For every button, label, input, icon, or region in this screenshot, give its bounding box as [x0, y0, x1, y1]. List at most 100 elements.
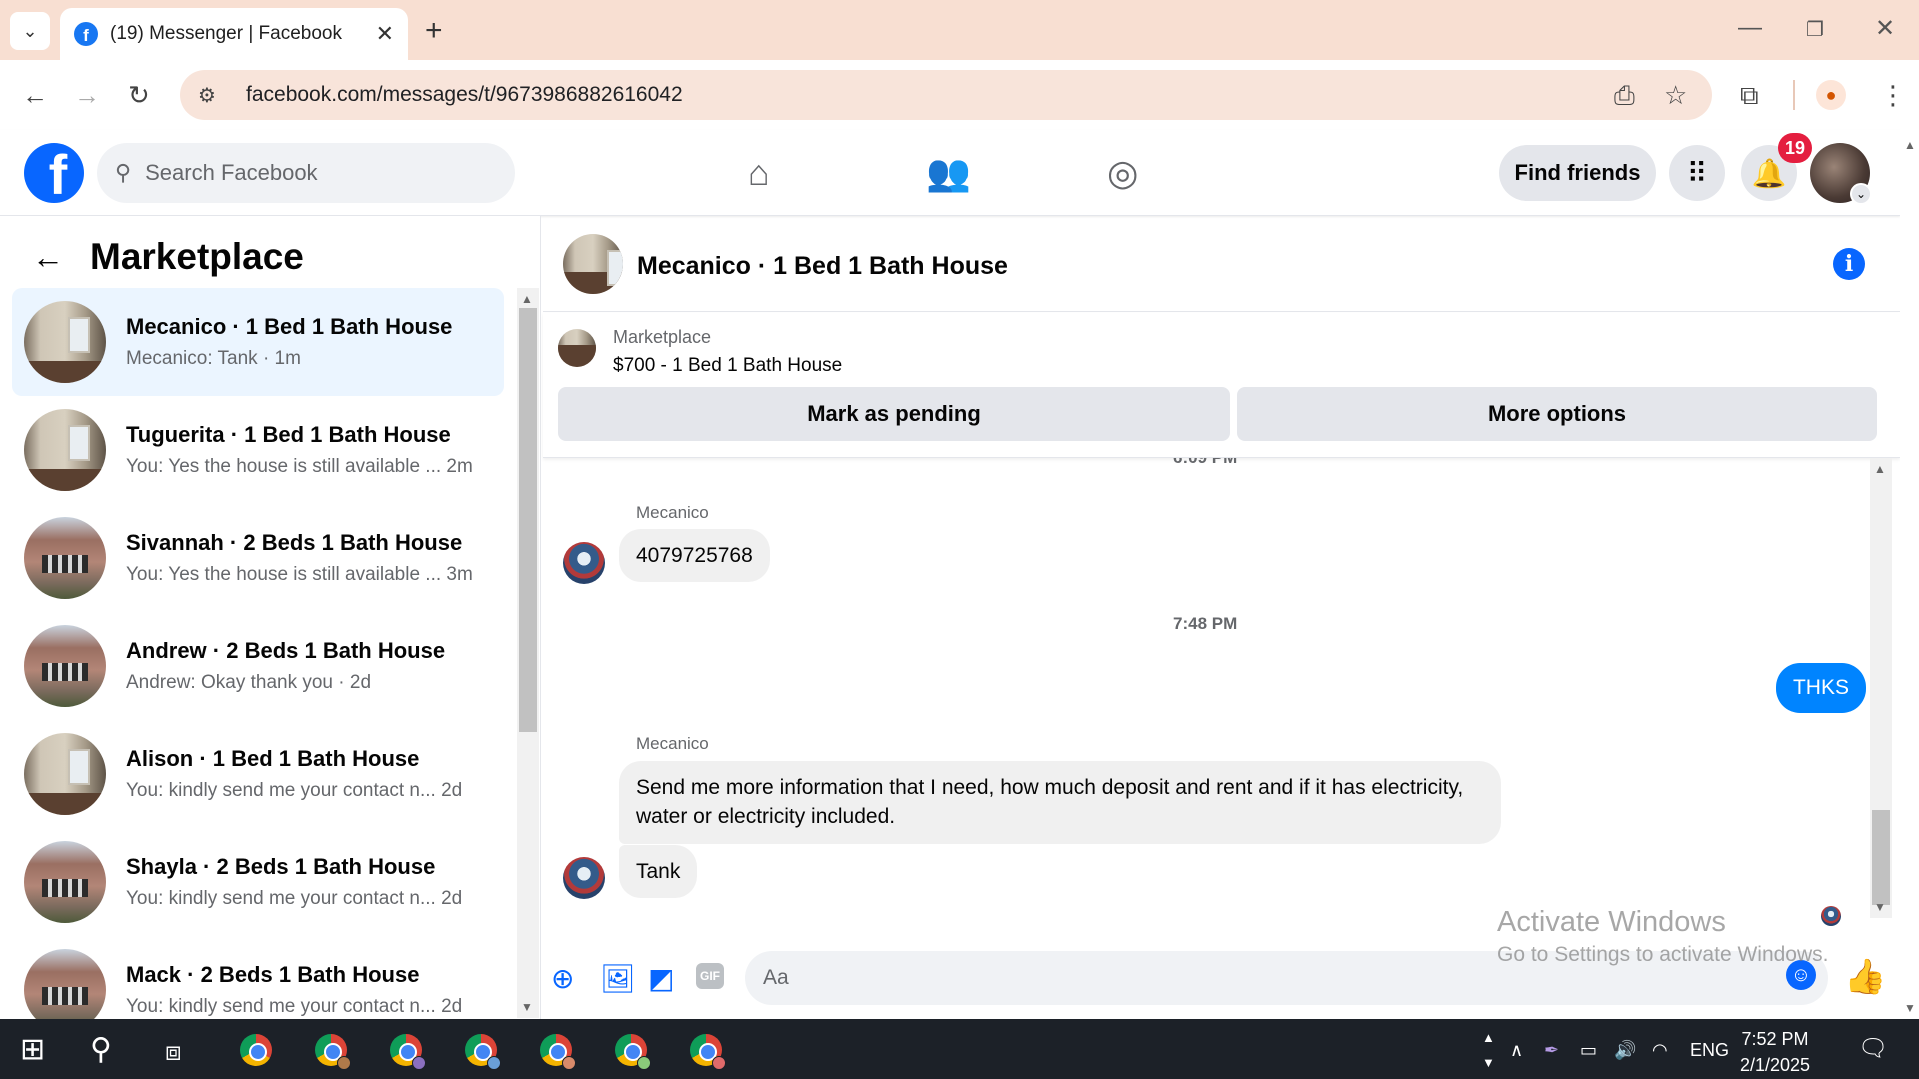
thumbs-up-like-icon[interactable]: 👍	[1844, 957, 1886, 997]
scroll-up-icon[interactable]: ▲	[521, 292, 533, 306]
listing-thumbnail	[24, 949, 106, 1019]
conversation-name: Alison · 1 Bed 1 Bath House	[126, 746, 420, 771]
battery-icon[interactable]: ▭	[1580, 1040, 1597, 1061]
conversation-item[interactable]: Sivannah · 2 Beds 1 Bath House You: Yes t…	[12, 504, 504, 612]
conversation-info-icon[interactable]: i	[1833, 248, 1865, 280]
chrome-taskbar-icon[interactable]	[690, 1034, 726, 1070]
page-scrollbar[interactable]: ▲ ▼	[1900, 130, 1919, 1019]
message-thread-scrollbar[interactable]: ▲ ▼	[1870, 458, 1892, 918]
sender-avatar[interactable]	[563, 542, 605, 584]
home-icon[interactable]: ⌂	[748, 152, 770, 194]
back-arrow-icon[interactable]: ←	[22, 80, 48, 111]
listing-thumbnail	[24, 517, 106, 599]
back-arrow-icon[interactable]: ←	[32, 239, 64, 276]
restore-window-icon[interactable]: ❐	[1806, 17, 1824, 42]
bookmark-star-icon[interactable]: ☆	[1664, 80, 1687, 111]
address-bar[interactable]: ⚙ facebook.com/messages/t/96739868826160…	[180, 70, 1712, 120]
reload-icon[interactable]: ↻	[128, 80, 150, 111]
facebook-favicon-icon: f	[74, 22, 98, 46]
sticker-icon[interactable]: ◩	[648, 962, 674, 995]
scroll-up-icon[interactable]: ▲	[1874, 462, 1886, 476]
menu-grid-icon[interactable]: ⠿	[1669, 145, 1725, 201]
chrome-taskbar-icon[interactable]	[615, 1034, 651, 1070]
more-actions-plus-icon[interactable]: ⊕	[551, 962, 574, 995]
taskbar-clock[interactable]: 7:52 PM 2/1/2025	[1740, 1026, 1810, 1078]
wifi-icon[interactable]: ◠	[1652, 1040, 1668, 1061]
sender-name: Mecanico	[636, 503, 709, 522]
browser-tab-active[interactable]: f (19) Messenger | Facebook ✕	[60, 8, 408, 60]
conversation-name: Tuguerita · 1 Bed 1 Bath House	[126, 422, 451, 447]
facebook-search[interactable]: ⚲	[97, 143, 515, 203]
message-bubble-incoming[interactable]: Send me more information that I need, ho…	[619, 761, 1501, 844]
message-input[interactable]	[763, 966, 1763, 990]
windows-start-icon[interactable]: ⊞	[20, 1032, 45, 1067]
conversation-preview: You: kindly send me your contact n... 2d	[126, 888, 463, 909]
groups-icon[interactable]: ◎	[1107, 152, 1138, 194]
chat-title[interactable]: Mecanico · 1 Bed 1 Bath House	[637, 252, 1008, 281]
facebook-logo[interactable]: f	[24, 143, 84, 203]
volume-icon[interactable]: 🔊	[1614, 1040, 1636, 1061]
close-window-icon[interactable]: ✕	[1875, 14, 1895, 43]
conversation-item[interactable]: Tuguerita · 1 Bed 1 Bath House You: Yes t…	[12, 396, 504, 504]
extensions-puzzle-icon[interactable]: ⧉	[1740, 80, 1759, 112]
mark-as-pending-button[interactable]: Mark as pending	[558, 387, 1230, 441]
chrome-profile-icon[interactable]: ●	[1816, 80, 1846, 110]
chat-listing-thumbnail[interactable]	[563, 234, 623, 294]
chrome-menu-icon[interactable]: ⋮	[1880, 80, 1906, 111]
show-hidden-icons-chevron-icon[interactable]: ∧	[1510, 1040, 1523, 1061]
watermark-title: Activate Windows	[1497, 906, 1726, 938]
clock-date: 2/1/2025	[1740, 1055, 1811, 1076]
listing-thumbnail[interactable]	[558, 329, 596, 367]
sender-avatar[interactable]	[563, 857, 605, 899]
find-friends-button[interactable]: Find friends	[1499, 145, 1656, 201]
scrollbar-thumb[interactable]	[519, 308, 537, 732]
account-avatar[interactable]: ⌄	[1810, 143, 1872, 205]
scroll-up-icon[interactable]: ▲	[1904, 138, 1916, 152]
gif-icon[interactable]: GIF	[696, 963, 724, 989]
pen-icon[interactable]: ✒	[1544, 1040, 1559, 1061]
chrome-taskbar-icon[interactable]	[540, 1034, 576, 1070]
conversation-preview: You: kindly send me your contact n... 2d	[126, 780, 463, 801]
listing-thumbnail	[24, 409, 106, 491]
attach-photo-icon[interactable]: 🖼	[600, 962, 636, 995]
taskbar-scroll-arrows-icon[interactable]: ▲ ▼	[1482, 1026, 1495, 1075]
conversation-item[interactable]: Mack · 2 Beds 1 Bath House You: kindly se…	[12, 936, 504, 1019]
install-app-icon[interactable]: ⎙	[1614, 80, 1635, 112]
conversation-preview: Andrew: Okay thank you · 2d	[126, 672, 372, 693]
conversation-preview: Mecanico: Tank · 1m	[126, 348, 301, 369]
chrome-taskbar-icon[interactable]	[315, 1034, 351, 1070]
message-thread: 6:09 PM Mecanico 4079725768 7:48 PM THKS…	[543, 458, 1868, 938]
message-bubble-outgoing[interactable]: THKS	[1775, 663, 1866, 713]
conversation-item[interactable]: Andrew · 2 Beds 1 Bath House Andrew: Okay…	[12, 612, 504, 720]
scroll-down-icon[interactable]: ▼	[1904, 1001, 1916, 1015]
conversation-item[interactable]: Alison · 1 Bed 1 Bath House You: kindly s…	[12, 720, 504, 828]
chrome-taskbar-icon[interactable]	[465, 1034, 501, 1070]
search-input[interactable]	[145, 160, 476, 186]
more-options-button[interactable]: More options	[1237, 387, 1877, 441]
message-bubble-incoming[interactable]: Tank	[619, 845, 698, 899]
site-info-icon[interactable]: ⚙	[198, 83, 224, 108]
tab-close-icon[interactable]: ✕	[376, 21, 394, 47]
task-view-icon[interactable]: ⧈	[165, 1036, 182, 1068]
chrome-taskbar-icon[interactable]	[390, 1034, 426, 1070]
scroll-down-icon[interactable]: ▼	[521, 1000, 533, 1014]
new-tab-button[interactable]: +	[425, 14, 443, 48]
conversation-item[interactable]: Mecanico · 1 Bed 1 Bath House Mecanico: T…	[12, 288, 504, 396]
conversation-list-scrollbar[interactable]: ▲ ▼	[517, 288, 539, 1018]
chrome-taskbar-icon[interactable]	[240, 1034, 272, 1066]
url-text[interactable]: facebook.com/messages/t/9673986882616042	[246, 83, 683, 107]
tab-search-dropdown[interactable]: ⌄	[10, 12, 50, 50]
friends-icon[interactable]: 👥	[926, 152, 971, 194]
conversation-item[interactable]: Shayla · 2 Beds 1 Bath House You: kindly …	[12, 828, 504, 936]
scroll-down-icon[interactable]: ▼	[1874, 900, 1886, 914]
scrollbar-thumb[interactable]	[1872, 810, 1890, 905]
forward-arrow-icon[interactable]: →	[74, 80, 100, 111]
activate-windows-watermark: Activate Windows Go to Settings to activ…	[1497, 906, 1829, 967]
message-bubble-incoming[interactable]: 4079725768	[619, 529, 770, 583]
search-icon[interactable]: ⚲	[90, 1032, 112, 1067]
notification-center-icon[interactable]: 🗨	[1858, 1034, 1888, 1063]
language-indicator[interactable]: ENG	[1690, 1040, 1729, 1061]
timestamp: 6:09 PM	[1173, 458, 1237, 468]
minimize-window-icon[interactable]: —	[1738, 14, 1762, 42]
listing-title[interactable]: $700 - 1 Bed 1 Bath House	[613, 355, 842, 377]
